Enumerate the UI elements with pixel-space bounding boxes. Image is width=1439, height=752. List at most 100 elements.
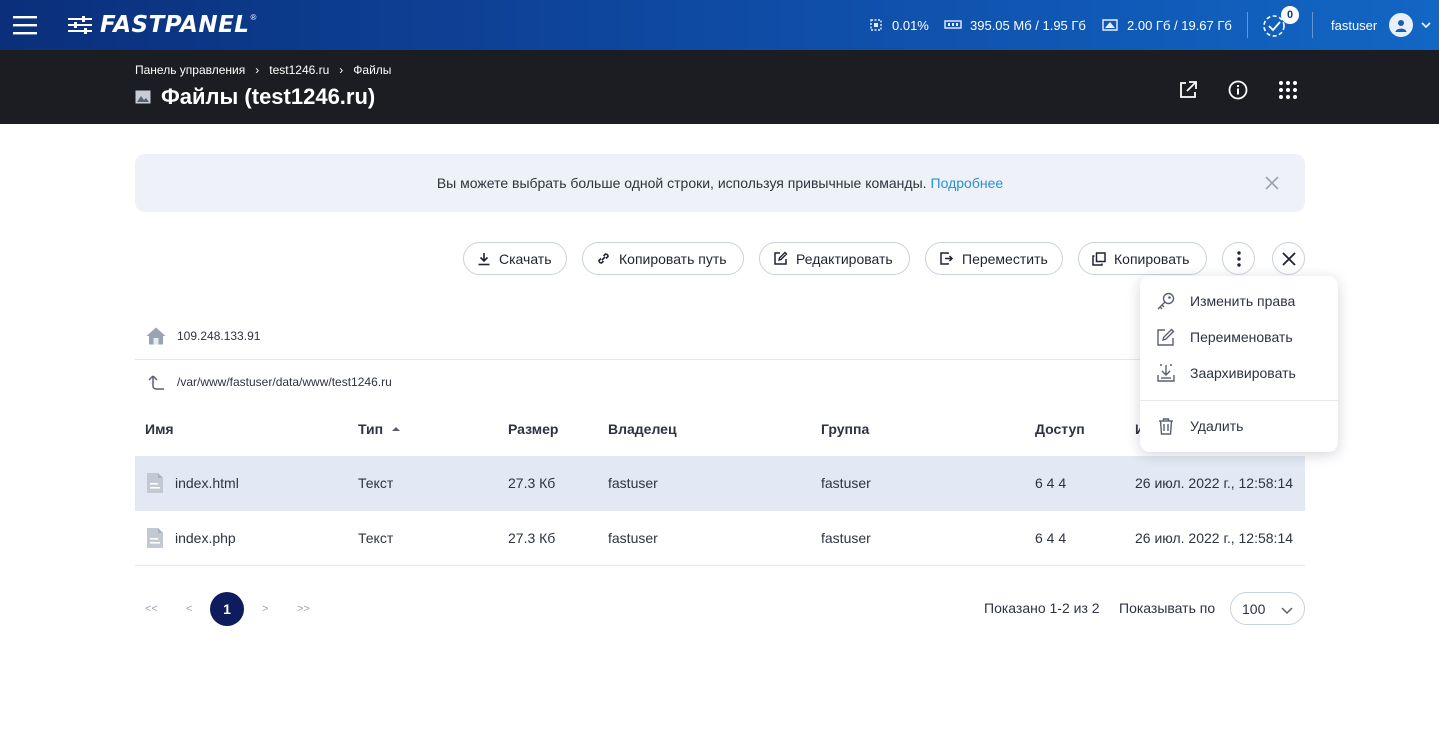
column-size[interactable]: Размер <box>508 421 558 437</box>
info-banner: Вы можете выбрать больше одной строки, и… <box>135 154 1305 212</box>
prev-page-button[interactable]: < <box>186 592 192 625</box>
column-access[interactable]: Доступ <box>1035 421 1085 437</box>
file-size: 27.3 Кб <box>508 530 556 546</box>
key-icon <box>1157 292 1175 310</box>
copy-icon <box>1092 251 1106 266</box>
menu-icon[interactable] <box>12 12 38 38</box>
open-external-icon[interactable] <box>1176 78 1200 102</box>
column-owner-label: Владелец <box>608 421 677 437</box>
column-owner[interactable]: Владелец <box>608 421 677 437</box>
more-vertical-icon <box>1236 250 1241 267</box>
first-page-button[interactable]: << <box>145 592 158 625</box>
close-icon[interactable] <box>1265 176 1279 190</box>
edit-icon <box>774 251 788 265</box>
breadcrumb-separator-icon: › <box>339 63 344 77</box>
divider <box>1312 12 1313 38</box>
file-name: index.html <box>175 475 239 491</box>
host-address: 109.248.133.91 <box>177 329 261 343</box>
ram-stat[interactable]: 395.05 Мб / 1.95 Гб <box>944 0 1086 50</box>
divider <box>1247 12 1248 38</box>
menu-item-label: Заархивировать <box>1190 365 1296 381</box>
home-icon[interactable] <box>145 326 167 346</box>
copy-path-label: Копировать путь <box>619 250 727 267</box>
chevron-down-icon <box>1421 22 1431 29</box>
logo-registered-mark: ® <box>250 12 257 22</box>
edit-button[interactable]: Редактировать <box>759 242 910 275</box>
column-access-label: Доступ <box>1035 421 1085 437</box>
table-row[interactable]: index.html Текст 27.3 Кб fastuser fastus… <box>135 456 1305 511</box>
copy-path-button[interactable]: Копировать путь <box>582 242 744 275</box>
per-page-label: Показывать по <box>1119 600 1216 616</box>
fastpanel-logo[interactable]: FASTPANEL ® <box>66 11 256 39</box>
column-name[interactable]: Имя <box>145 421 174 437</box>
column-group[interactable]: Группа <box>821 421 869 437</box>
cpu-icon <box>870 19 882 31</box>
menu-item-label: Изменить права <box>1190 293 1296 309</box>
disk-stat[interactable]: 2.00 Гб / 19.67 Гб <box>1101 0 1232 50</box>
more-actions-button[interactable] <box>1222 242 1255 275</box>
cpu-value: 0.01% <box>892 17 929 33</box>
breadcrumb-dashboard[interactable]: Панель управления <box>135 63 245 77</box>
avatar <box>1389 13 1414 37</box>
page-title-text: Файлы (test1246.ru) <box>161 84 376 109</box>
current-path: /var/www/fastuser/data/www/test1246.ru <box>177 374 392 389</box>
close-icon <box>1281 251 1296 266</box>
top-bar: FASTPANEL ® 0.01% 395.05 Мб / 1.95 Гб 2.… <box>0 0 1439 50</box>
file-type: Текст <box>358 475 394 491</box>
menu-divider <box>1140 400 1338 401</box>
file-modified: 26 июл. 2022 г., 12:58:14 <box>1135 475 1294 491</box>
column-type[interactable]: Тип <box>358 421 401 437</box>
copy-button[interactable]: Копировать <box>1078 242 1207 275</box>
menu-item-rename[interactable]: Переименовать <box>1140 319 1338 355</box>
page-header: Панель управления › test1246.ru › Файлы … <box>0 50 1439 124</box>
file-access: 6 4 4 <box>1035 475 1067 491</box>
apps-grid-icon[interactable] <box>1276 78 1300 102</box>
move-label: Переместить <box>962 250 1048 267</box>
menu-item-change-permissions[interactable]: Изменить права <box>1140 283 1338 319</box>
table-header: Имя Тип Размер Владелец Группа Доступ И <box>135 402 1305 456</box>
menu-item-label: Переименовать <box>1190 329 1293 345</box>
page-1-button[interactable]: 1 <box>210 592 244 626</box>
user-menu[interactable]: fastuser <box>1331 0 1433 50</box>
per-page-value: 100 <box>1242 600 1266 617</box>
download-button[interactable]: Скачать <box>463 242 567 275</box>
cpu-stat[interactable]: 0.01% <box>868 0 929 50</box>
logo-sliders-icon <box>68 16 92 34</box>
archive-icon <box>1157 364 1175 382</box>
file-size: 27.3 Кб <box>508 475 556 491</box>
menu-item-label: Удалить <box>1190 418 1244 434</box>
move-button[interactable]: Переместить <box>925 242 1063 275</box>
column-group-label: Группа <box>821 421 870 437</box>
copy-label: Копировать <box>1114 250 1190 267</box>
file-name: index.php <box>175 530 236 546</box>
disk-value: 2.00 Гб / 19.67 Гб <box>1127 17 1232 33</box>
table-row[interactable]: index.php Текст 27.3 Кб fastuser fastuse… <box>135 511 1305 566</box>
breadcrumb-site[interactable]: test1246.ru <box>269 63 329 77</box>
banner-text: Вы можете выбрать больше одной строки, и… <box>436 175 927 191</box>
file-group: fastuser <box>821 530 871 546</box>
disk-icon <box>1102 19 1118 31</box>
ram-icon <box>944 20 962 29</box>
shown-count: Показано 1-2 из 2 <box>984 600 1100 616</box>
text-file-icon <box>147 528 163 548</box>
menu-item-delete[interactable]: Удалить <box>1140 408 1338 444</box>
sort-ascending-icon <box>392 427 401 431</box>
trash-icon <box>1159 418 1173 435</box>
column-size-label: Размер <box>508 421 559 437</box>
menu-item-archive[interactable]: Заархивировать <box>1140 355 1338 391</box>
chevron-down-icon <box>1281 607 1293 615</box>
file-owner: fastuser <box>608 475 658 491</box>
image-icon <box>135 90 151 104</box>
next-page-button[interactable]: > <box>262 592 268 625</box>
last-page-button[interactable]: >> <box>297 592 310 625</box>
level-up-icon[interactable] <box>147 373 165 391</box>
info-icon[interactable] <box>1226 78 1250 102</box>
logo-text: FASTPANEL <box>100 12 250 38</box>
banner-more-link[interactable]: Подробнее <box>931 175 1004 191</box>
per-page-select[interactable]: 100 <box>1230 592 1305 625</box>
file-owner: fastuser <box>608 530 658 546</box>
clear-selection-button[interactable] <box>1272 242 1305 275</box>
column-name-label: Имя <box>145 421 174 437</box>
move-icon <box>940 252 954 265</box>
breadcrumb-files: Файлы <box>353 63 392 77</box>
